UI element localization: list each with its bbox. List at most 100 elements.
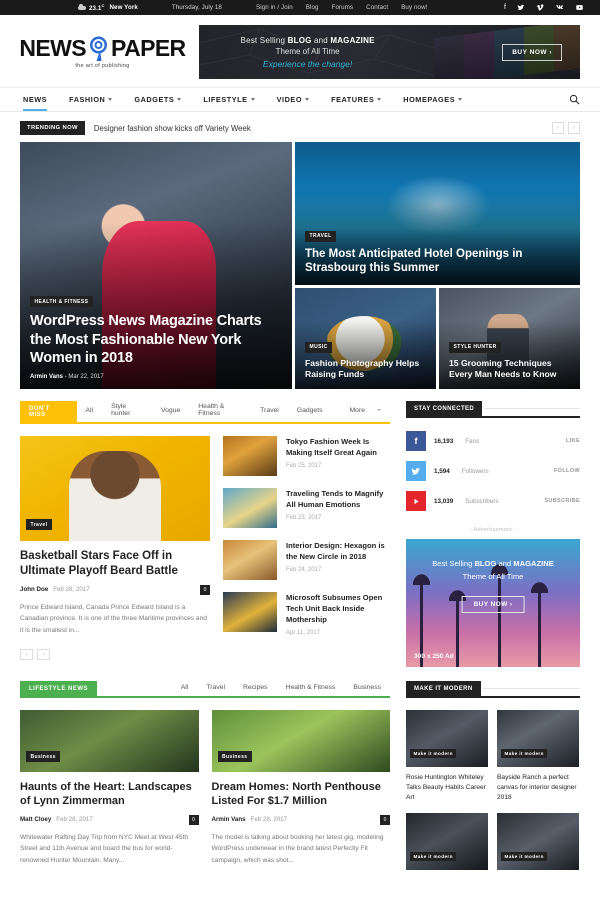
nav-item-news[interactable]: NEWS	[20, 89, 58, 111]
make-it-modern-item[interactable]: Make it modern Bayside Ranch a perfect c…	[497, 710, 579, 804]
facebook-like-button[interactable]: LIKE	[566, 438, 580, 444]
hero-music-title[interactable]: Fashion Photography Helps Raising Funds	[305, 358, 426, 380]
list-item[interactable]: Interior Design: Hexagon is the New Circ…	[223, 540, 390, 580]
site-logo[interactable]: NEWS PAPER the art of publishing	[19, 35, 186, 69]
vk-icon[interactable]	[555, 4, 564, 11]
make-it-modern-item[interactable]: Make it modern	[406, 812, 488, 870]
filter-all[interactable]: All	[77, 403, 103, 417]
hero-tertiary-card-music[interactable]: MUSIC Fashion Photography Helps Raising …	[295, 288, 436, 389]
lifestyle-card[interactable]: Business Dream Homes: North Penthouse Li…	[211, 710, 391, 866]
lifestyle-filter-all[interactable]: All	[172, 684, 198, 691]
banner-buy-now-button[interactable]: BUY NOW ›	[502, 44, 562, 61]
list-item[interactable]: Traveling Tends to Magnify All Human Emo…	[223, 488, 390, 528]
search-button[interactable]	[569, 94, 580, 105]
hero-main-category[interactable]: HEALTH & FITNESS	[30, 296, 93, 308]
filter-gadgets[interactable]: Gadgets	[288, 403, 332, 417]
lifestyle-filter-travel[interactable]: Travel	[197, 684, 234, 691]
make-it-modern-category[interactable]: Make it modern	[501, 749, 548, 758]
featured-article-category[interactable]: Travel	[26, 519, 52, 530]
hero-secondary-title[interactable]: The Most Anticipated Hotel Openings in S…	[305, 247, 570, 276]
hero-style-category[interactable]: STYLE HUNTER	[449, 341, 502, 353]
facebook-icon: f	[406, 431, 426, 451]
pager-next-button[interactable]: ›	[37, 649, 50, 661]
lifestyle-filter-business[interactable]: Business	[344, 684, 390, 691]
make-it-modern-category[interactable]: Make it modern	[501, 851, 548, 861]
facebook-icon[interactable]: f	[504, 4, 506, 11]
make-it-modern-category[interactable]: Make it modern	[410, 749, 457, 758]
sidebar-advertisement[interactable]: Best Selling BLOG and MAGAZINE Theme of …	[406, 539, 580, 667]
hero-main-date: Mar 22, 2017	[68, 374, 104, 380]
featured-article-title[interactable]: Basketball Stars Face Off in Ultimate Pl…	[20, 549, 210, 579]
hero-main-title[interactable]: WordPress News Magazine Charts the Most …	[30, 312, 282, 368]
post-title[interactable]: Traveling Tends to Magnify All Human Emo…	[286, 488, 390, 510]
nav-item-gadgets[interactable]: GADGETS	[123, 89, 192, 110]
make-it-modern-item[interactable]: Make it modern Rosie Huntington Whiteley…	[406, 710, 488, 804]
topbar-link-blog[interactable]: Blog	[306, 4, 319, 11]
vimeo-icon[interactable]	[536, 4, 544, 11]
topbar-link-signin[interactable]: Sign in / Join	[256, 4, 293, 11]
hero-style-title[interactable]: 15 Grooming Techniques Every Man Needs t…	[449, 358, 570, 380]
comment-count-badge[interactable]: 0	[380, 814, 390, 825]
nav-label: FASHION	[69, 95, 106, 104]
trending-prev-button[interactable]: ‹	[552, 122, 564, 134]
hero-secondary-card[interactable]: TRAVEL The Most Anticipated Hotel Openin…	[295, 142, 580, 285]
topbar-link-forums[interactable]: Forums	[332, 4, 354, 11]
trending-next-button[interactable]: ›	[568, 122, 580, 134]
post-title[interactable]: Interior Design: Hexagon is the New Circ…	[286, 540, 390, 562]
nav-item-video[interactable]: VIDEO	[266, 89, 320, 110]
comment-count-badge[interactable]: 0	[188, 814, 199, 825]
social-stat-facebook[interactable]: f 16,193 Fans LIKE	[406, 431, 580, 451]
youtube-subscribe-button[interactable]: SUBSCRIBE	[544, 498, 580, 504]
topbar-link-contact[interactable]: Contact	[366, 4, 388, 11]
current-date: Thursday, July 18	[171, 4, 222, 11]
filter-vogue[interactable]: Vogue	[152, 403, 189, 417]
make-it-modern-category[interactable]: Make it modern	[410, 851, 457, 861]
twitter-follow-button[interactable]: FOLLOW	[554, 468, 580, 474]
hero-secondary-category[interactable]: TRAVEL	[305, 230, 337, 242]
featured-article-author[interactable]: John Doe	[20, 586, 48, 593]
ad-buy-now-button[interactable]: BUY NOW ›	[461, 596, 525, 613]
lifestyle-card[interactable]: Business Haunts of the Heart: Landscapes…	[20, 710, 199, 866]
make-it-modern-item[interactable]: Make it modern	[497, 812, 579, 870]
social-stat-twitter[interactable]: 1,594 Followers FOLLOW	[406, 461, 580, 481]
hero-tertiary-card-style[interactable]: STYLE HUNTER 15 Grooming Techniques Ever…	[439, 288, 580, 389]
filter-travel[interactable]: Travel	[251, 403, 288, 417]
post-title[interactable]: Tokyo Fashion Week Is Making Itself Grea…	[286, 436, 390, 458]
filter-more[interactable]: More	[332, 403, 391, 417]
make-it-modern-item-title[interactable]: Rosie Huntington Whiteley Talks Beauty H…	[406, 773, 488, 804]
twitter-icon[interactable]	[517, 4, 525, 11]
lifestyle-card-author[interactable]: Matt Cloey	[20, 816, 51, 823]
hero-main-card[interactable]: HEALTH & FITNESS WordPress News Magazine…	[20, 142, 292, 389]
filter-health-fitness[interactable]: Health & Fitness	[189, 403, 251, 417]
youtube-icon[interactable]	[575, 4, 584, 11]
list-item[interactable]: Microsoft Subsumes Open Tech Unit Back I…	[223, 592, 390, 636]
hero-main-author[interactable]: Armin Vans	[30, 374, 63, 380]
header-ad-banner[interactable]: Best Selling BLOG and MAGAZINE Theme of …	[199, 25, 580, 79]
filter-style-hunter[interactable]: Style hunter	[102, 403, 152, 417]
topbar-link-buynow[interactable]: Buy now!	[401, 4, 427, 11]
comment-count-badge[interactable]: 0	[200, 584, 210, 595]
make-it-modern-item-title[interactable]: Bayside Ranch a perfect canvas for inter…	[497, 773, 579, 804]
lifestyle-card-author[interactable]: Armin Vans	[212, 816, 246, 823]
lifestyle-card-title[interactable]: Dream Homes: North Penthouse Listed For …	[212, 780, 391, 809]
social-stat-youtube[interactable]: 13,039 Subscribers SUBSCRIBE	[406, 491, 580, 511]
hero-music-category[interactable]: MUSIC	[305, 341, 333, 353]
trending-headline[interactable]: Designer fashion show kicks off Variety …	[94, 124, 251, 133]
lifestyle-card-category[interactable]: Business	[26, 751, 61, 762]
lifestyle-card-category[interactable]: Business	[217, 751, 252, 762]
hero-section: HEALTH & FITNESS WordPress News Magazine…	[0, 142, 600, 389]
lifestyle-filter-health[interactable]: Health & Fitness	[277, 684, 345, 691]
nav-item-lifestyle[interactable]: LIFESTYLE	[192, 89, 265, 110]
lifestyle-card-title[interactable]: Haunts of the Heart: Landscapes of Lynn …	[20, 780, 199, 809]
nav-item-homepages[interactable]: HOMEPAGES	[392, 89, 473, 110]
logo-text-paper: PAPER	[111, 35, 186, 61]
nav-item-features[interactable]: FEATURES	[320, 89, 392, 110]
facebook-count: 16,193	[434, 437, 454, 445]
nav-item-fashion[interactable]: FASHION	[58, 89, 123, 110]
featured-article[interactable]: Travel Basketball Stars Face Off in Ulti…	[20, 436, 210, 661]
list-item[interactable]: Tokyo Fashion Week Is Making Itself Grea…	[223, 436, 390, 476]
pager-prev-button[interactable]: ‹	[20, 649, 33, 661]
post-title[interactable]: Microsoft Subsumes Open Tech Unit Back I…	[286, 592, 390, 625]
youtube-count: 13,039	[434, 497, 454, 505]
lifestyle-filter-recipes[interactable]: Recipes	[234, 684, 277, 691]
